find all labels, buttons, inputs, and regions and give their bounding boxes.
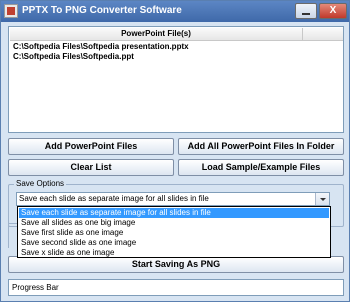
- load-sample-button[interactable]: Load Sample/Example Files: [178, 159, 344, 176]
- minimize-button[interactable]: [295, 3, 317, 19]
- dropdown-option[interactable]: Save each slide as separate image for al…: [19, 208, 329, 218]
- close-button[interactable]: X: [319, 3, 347, 19]
- dropdown-option[interactable]: Save second slide as one image: [19, 238, 329, 248]
- chevron-down-icon[interactable]: [315, 193, 329, 205]
- app-icon: [4, 4, 18, 18]
- file-list-header-filler: [303, 28, 343, 41]
- save-options-label: Save Options: [14, 179, 67, 188]
- clear-list-button[interactable]: Clear List: [8, 159, 174, 176]
- add-powerpoint-files-button[interactable]: Add PowerPoint Files: [8, 138, 174, 155]
- dropdown-option[interactable]: Save x slide as one image: [19, 248, 329, 258]
- start-saving-button[interactable]: Start Saving As PNG: [8, 256, 344, 273]
- dropdown-option[interactable]: Save all slides as one big image: [19, 218, 329, 228]
- save-options-dropdown[interactable]: Save each slide as separate image for al…: [17, 206, 331, 258]
- progress-bar: Progress Bar: [8, 279, 344, 296]
- list-item[interactable]: C:\Softpedia Files\Softpedia.ppt: [13, 52, 134, 61]
- save-options-selected: Save each slide as separate image for al…: [19, 194, 209, 203]
- add-folder-button[interactable]: Add All PowerPoint Files In Folder: [178, 138, 344, 155]
- title-bar[interactable]: PPTX To PNG Converter Software X: [1, 1, 349, 22]
- file-list[interactable]: PowerPoint File(s) C:\Softpedia Files\So…: [8, 26, 344, 133]
- list-item[interactable]: C:\Softpedia Files\Softpedia presentatio…: [13, 42, 189, 51]
- app-window: PPTX To PNG Converter Software X PowerPo…: [0, 0, 350, 302]
- save-options-select[interactable]: Save each slide as separate image for al…: [16, 192, 330, 206]
- window-title: PPTX To PNG Converter Software: [22, 5, 182, 16]
- group-frame: [8, 223, 17, 248]
- dropdown-option[interactable]: Save first slide as one image: [19, 228, 329, 238]
- progress-label: Progress Bar: [12, 283, 59, 292]
- file-list-header[interactable]: PowerPoint File(s): [10, 28, 303, 41]
